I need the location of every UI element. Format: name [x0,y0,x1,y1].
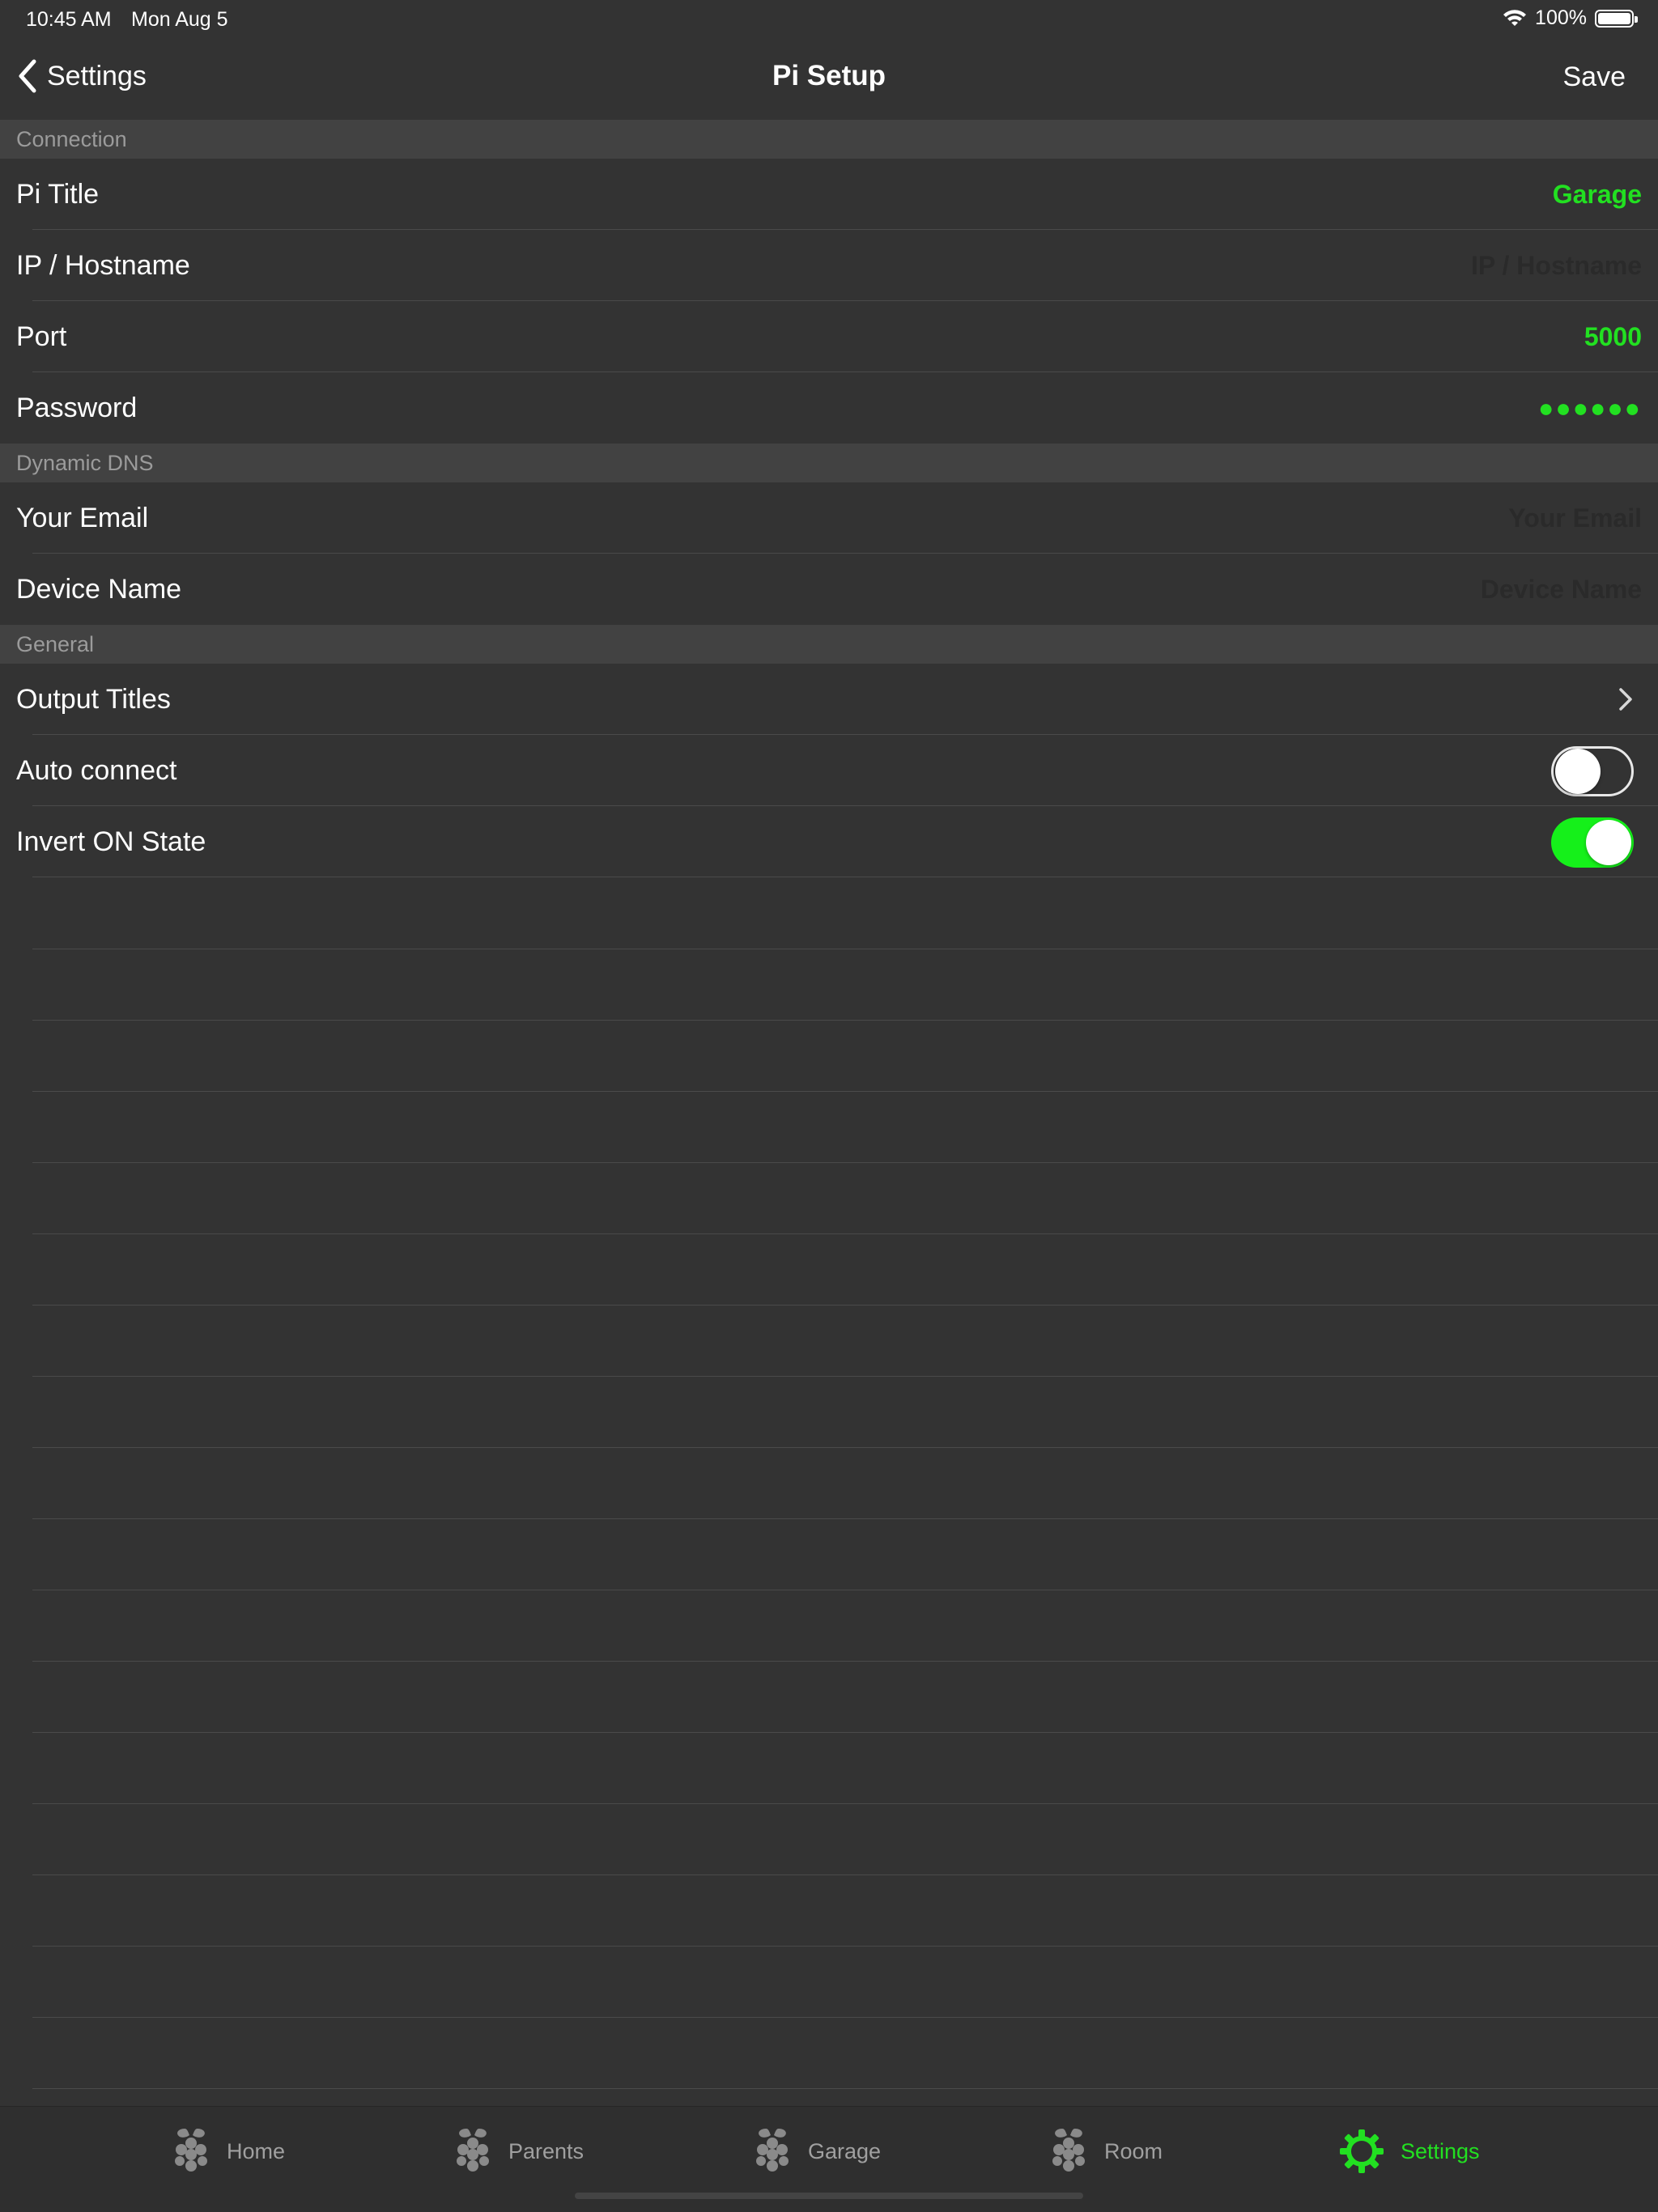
status-bar: 10:45 AM Mon Aug 5 100% [0,0,1658,39]
divider [32,1376,1658,1377]
device-name-field[interactable]: Device Name [1481,554,1642,625]
section-header-connection: Connection [0,120,1658,159]
home-indicator [575,2193,1083,2199]
status-right: 100% [1503,6,1638,30]
output-titles-row[interactable]: Output Titles [0,664,1658,735]
divider [32,1447,1658,1448]
divider [32,1874,1658,1875]
tab-bar: Home Parents Garage Room Settings [0,2106,1658,2212]
divider [32,1233,1658,1234]
tab-label: Home [227,2138,286,2163]
tab-label: Garage [808,2138,882,2163]
ip-hostname-row[interactable]: IP / Hostname IP / Hostname [0,230,1658,301]
divider [32,1162,1658,1163]
save-button[interactable]: Save [1563,62,1626,93]
email-label: Your Email [16,503,149,533]
auto-connect-row: Auto connect [0,735,1658,806]
pi-title-row[interactable]: Pi Title Garage [0,159,1658,230]
toggle-knob [1586,820,1631,865]
status-date: Mon Aug 5 [131,8,228,31]
status-time: 10:45 AM [26,8,112,31]
divider [32,1803,1658,1804]
raspberry-icon [175,2129,207,2172]
email-row[interactable]: Your Email Your Email [0,482,1658,554]
tab-label: Settings [1401,2138,1480,2163]
tab-parents[interactable]: Parents [453,2125,584,2178]
divider [32,2017,1658,2018]
page-title: Pi Setup [772,60,886,91]
ip-hostname-field[interactable]: IP / Hostname [1471,230,1642,301]
password-row[interactable]: Password ●●●●●● [0,372,1658,444]
pi-title-label: Pi Title [16,179,100,210]
invert-on-state-label: Invert ON State [16,826,206,857]
tab-settings[interactable]: Settings [1339,2125,1480,2178]
divider [32,1732,1658,1733]
wifi-icon [1503,9,1527,26]
port-label: Port [16,321,67,352]
chevron-right-icon [1619,688,1632,711]
divider [32,1091,1658,1092]
gear-icon [1340,2129,1384,2173]
battery-percent: 100% [1535,6,1587,29]
section-header-dynamic-dns: Dynamic DNS [0,444,1658,482]
email-field[interactable]: Your Email [1508,482,1642,554]
tab-label: Parents [508,2138,585,2163]
raspberry-icon [1052,2129,1085,2172]
port-field[interactable]: 5000 [1584,301,1642,372]
password-label: Password [16,393,138,423]
password-field[interactable]: ●●●●●● [1538,372,1642,444]
tab-room[interactable]: Room [1049,2125,1163,2178]
raspberry-icon [756,2129,789,2172]
device-name-label: Device Name [16,574,182,605]
section-header-general: General [0,625,1658,664]
invert-on-state-toggle[interactable] [1551,817,1634,868]
raspberry-icon [457,2129,489,2172]
pi-title-field[interactable]: Garage [1553,159,1642,230]
navigation-bar: Settings Pi Setup Save [0,39,1658,120]
tab-garage[interactable]: Garage [753,2125,881,2178]
battery-icon [1595,9,1638,28]
tab-label: Room [1104,2138,1163,2163]
divider [32,1305,1658,1306]
tab-home[interactable]: Home [172,2125,285,2178]
divider [32,1020,1658,1021]
device-name-row[interactable]: Device Name Device Name [0,554,1658,625]
auto-connect-toggle[interactable] [1551,746,1634,796]
divider [32,1518,1658,1519]
divider [32,2088,1658,2089]
ip-hostname-label: IP / Hostname [16,250,190,281]
toggle-knob [1555,749,1601,794]
port-row[interactable]: Port 5000 [0,301,1658,372]
invert-on-state-row: Invert ON State [0,806,1658,877]
auto-connect-label: Auto connect [16,755,177,786]
output-titles-label: Output Titles [16,684,171,715]
divider [32,1946,1658,1947]
divider [32,1661,1658,1662]
